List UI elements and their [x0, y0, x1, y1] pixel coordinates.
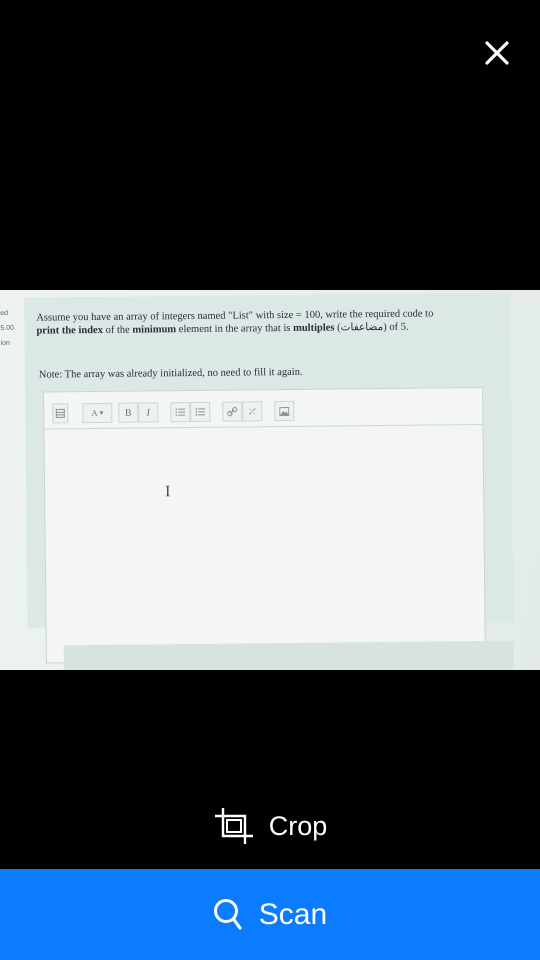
- next-question-strip: [63, 640, 515, 670]
- crop-button[interactable]: Crop: [0, 800, 540, 852]
- question-bold-multiples: multiples: [293, 322, 335, 334]
- link-icon: [222, 401, 243, 422]
- paragraph-format-icon: [52, 403, 69, 424]
- scan-preview-screen: ed 5.00 ion Assume you have an array of …: [0, 0, 540, 960]
- question-text-fragment: of the: [102, 324, 133, 336]
- italic-button: I: [138, 402, 159, 423]
- side-label: ed: [0, 309, 9, 317]
- question-text: Assume you have an array of integers nam…: [36, 307, 506, 338]
- side-labels: ed 5.00 ion: [0, 310, 16, 355]
- captured-photo: ed 5.00 ion Assume you have an array of …: [0, 290, 540, 670]
- bullet-list-icon: [170, 402, 191, 423]
- close-icon: [485, 41, 509, 65]
- font-color-icon: A ▾: [82, 402, 113, 424]
- question-bold-print-index: print the index: [36, 324, 104, 337]
- note-text: Note: The array was already initialized,…: [38, 366, 303, 381]
- numbered-list-icon: [190, 401, 211, 423]
- editor-toolbar: A ▾ B I: [44, 387, 483, 430]
- unlink-icon: [242, 401, 263, 422]
- question-text-fragment: element in the array that is: [176, 322, 294, 336]
- photo-content: ed 5.00 ion Assume you have an array of …: [0, 290, 540, 670]
- question-card: Assume you have an array of integers nam…: [24, 292, 514, 664]
- scan-button[interactable]: Scan: [0, 869, 540, 960]
- search-icon: [213, 898, 242, 930]
- insert-image-icon: [274, 400, 295, 422]
- question-text-fragment: of 5.: [386, 321, 409, 333]
- crop-icon: [214, 808, 253, 844]
- crop-label: Crop: [268, 810, 328, 841]
- close-button[interactable]: [484, 40, 510, 66]
- answer-editor: A ▾ B I I: [43, 386, 486, 664]
- side-label: ion: [0, 339, 10, 347]
- text-cursor-icon: I: [165, 483, 171, 501]
- scan-label: Scan: [258, 897, 328, 931]
- question-bold-minimum: minimum: [132, 324, 177, 336]
- side-label: 5.00: [0, 324, 15, 332]
- bold-button: B: [118, 402, 139, 423]
- question-arabic-term: (مضاعفات): [337, 321, 387, 334]
